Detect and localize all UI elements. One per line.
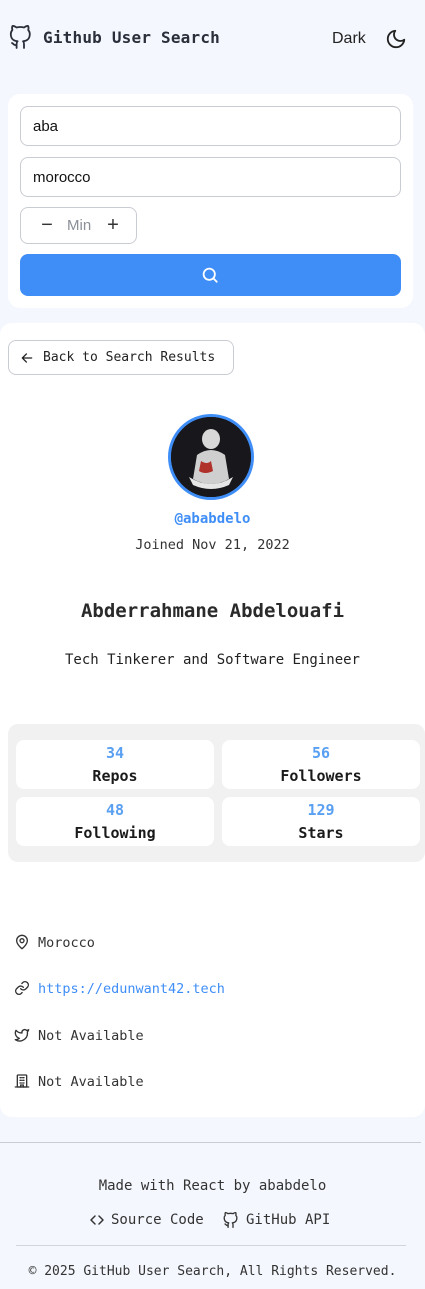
joined-date: Joined Nov 21, 2022 — [135, 537, 290, 553]
stat-followers: 56 Followers — [222, 740, 420, 789]
company-text: Not Available — [38, 1074, 144, 1090]
app-title: Github User Search — [43, 28, 220, 47]
stat-stars: 129 Stars — [222, 797, 420, 846]
location-text: Morocco — [38, 935, 95, 951]
location-input[interactable] — [20, 157, 401, 197]
stat-label: Stars — [298, 824, 344, 842]
stat-label: Repos — [92, 767, 138, 785]
github-icon — [223, 1211, 238, 1228]
search-icon — [202, 267, 218, 283]
moon-icon[interactable] — [385, 28, 407, 50]
stat-repos: 34 Repos — [16, 740, 214, 789]
increment-button[interactable]: + — [103, 214, 123, 236]
footer-links: Source Code GitHub API — [0, 1210, 425, 1230]
twitter-icon — [14, 1029, 30, 1042]
decrement-button[interactable]: − — [37, 215, 57, 235]
stat-value: 34 — [105, 744, 125, 762]
stat-label: Following — [74, 824, 156, 842]
arrow-left-icon — [21, 353, 33, 363]
username-search-input[interactable] — [20, 106, 401, 146]
stat-value: 129 — [307, 801, 335, 819]
copyright-text: © 2025 GitHub User Search, All Rights Re… — [28, 1264, 397, 1279]
search-button[interactable] — [20, 254, 401, 296]
map-pin-icon — [16, 934, 28, 950]
profile-card: Back to Search Results @ababdelo Joined … — [0, 323, 425, 1117]
avatar-image — [171, 417, 251, 497]
back-to-results-button[interactable]: Back to Search Results — [8, 340, 234, 375]
stat-following: 48 Following — [16, 797, 214, 846]
github-api-label: GitHub API — [246, 1212, 331, 1228]
twitter-row: Not Available — [14, 1026, 414, 1046]
profile-username[interactable]: @ababdelo — [0, 511, 425, 527]
source-code-label: Source Code — [111, 1212, 204, 1228]
stat-label: Followers — [280, 767, 362, 785]
profile-name: Abderrahmane Abdelouafi — [80, 600, 345, 622]
location-row: Morocco — [14, 933, 414, 953]
link-icon — [15, 981, 29, 995]
building-icon — [14, 1074, 30, 1088]
twitter-text: Not Available — [38, 1028, 144, 1044]
stat-value: 56 — [311, 744, 331, 762]
website-row: https://edunwant42.tech — [14, 979, 414, 999]
code-icon — [90, 1215, 104, 1225]
back-button-label: Back to Search Results — [43, 350, 216, 365]
stats-panel: 34 Repos 56 Followers 48 Following 129 S… — [8, 724, 425, 862]
stat-value: 48 — [105, 801, 125, 819]
github-icon — [9, 25, 31, 49]
min-repos-field[interactable]: Min — [67, 217, 91, 234]
min-repos-stepper: − Min + — [20, 207, 137, 244]
theme-toggle-label[interactable]: Dark — [332, 30, 366, 48]
website-link[interactable]: https://edunwant42.tech — [38, 981, 225, 997]
footer-divider-top — [0, 1142, 421, 1143]
profile-bio: Tech Tinkerer and Software Engineer — [64, 652, 360, 668]
search-panel: − Min + — [8, 94, 413, 308]
made-with-text: Made with React by ababdelo — [98, 1178, 327, 1194]
avatar — [168, 414, 254, 500]
app-header: Github User Search Dark — [0, 0, 425, 78]
footer-divider — [16, 1245, 406, 1246]
company-row: Not Available — [14, 1072, 414, 1092]
